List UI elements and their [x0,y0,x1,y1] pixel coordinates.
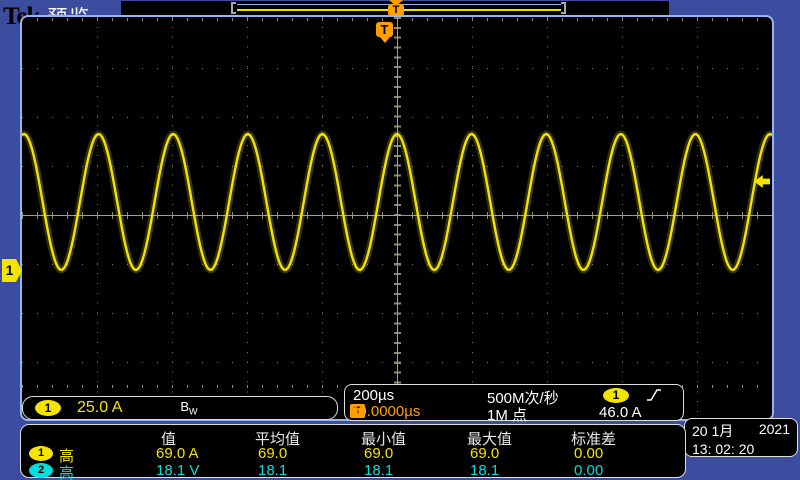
meas-row1-max: 69.0 [470,445,499,462]
meas-row2-name: 高 [59,462,74,480]
trigger-level-readout: 46.0 A [599,404,642,421]
meas-row2-max: 18.1 [470,462,499,479]
window-bracket-left [231,2,236,14]
record-view-bar: T [121,1,669,15]
date-line: 20 1月 2021 [692,421,790,441]
delay-value: 30.0000µs [350,403,420,420]
meas-row2-value: 18.1 V [156,462,199,479]
record-length-readout: 1M 点 [487,404,527,425]
ch1-badge: 1 [35,400,61,416]
timebase-readout: 200µs [353,387,394,404]
meas-row2-min: 18.1 [364,462,393,479]
date-year: 2021 [759,421,790,441]
meas-row2-stddev: 0.00 [574,462,603,479]
ch1-waveform [22,17,772,419]
horizontal-readout-box: 200µs 500M次/秒 1 T → ▼ 30.0000µs 1M 点 46.… [344,384,684,421]
trigger-source-badge: 1 [603,388,629,403]
meas-row1-min: 69.0 [364,445,393,462]
meas-row2-mean: 18.1 [258,462,287,479]
ch1-ground-marker: 1 [2,259,22,282]
time-line: 13: 02: 20 [692,441,790,457]
trigger-delay-readout: T → ▼ 30.0000µs [350,404,365,418]
meas-row1-value: 69.0 A [156,445,199,462]
trigger-t-icon: T [376,22,393,37]
bandwidth-limit-icon: BW [180,399,197,417]
meas-row1-stddev: 0.00 [574,445,603,462]
meas-row1-mean: 69.0 [258,445,287,462]
trigger-flag-point-icon [380,37,390,43]
rising-slope-icon [645,387,663,403]
date-day-month: 20 1月 [692,421,733,441]
meas-row1-badge: 1 [29,446,53,461]
window-bracket-right [561,2,566,14]
meas-row2-badge: 2 [29,463,53,478]
graticule [22,17,772,419]
oscilloscope-screen: Tek 预览 T T 1 1 25 [0,0,800,480]
ch1-readout-box: 1 25.0 A BW [22,396,338,420]
datetime-box: 20 1月 2021 13: 02: 20 [684,418,798,457]
measurement-table: 值 平均值 最小值 最大值 标准差 1 高 69.0 A 69.0 69.0 6… [20,424,686,478]
trigger-delay-flag: T [376,22,394,44]
ch1-scale-readout: 25.0 A [77,399,122,417]
display-frame [20,15,774,421]
